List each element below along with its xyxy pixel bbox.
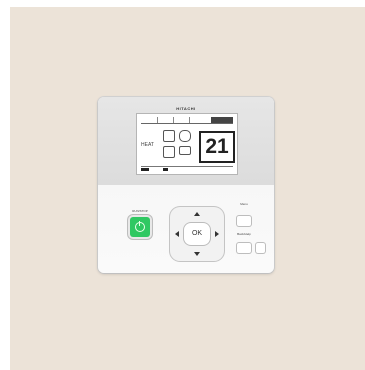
photo-background: HITACHI HEAT 21 RUN/STOP OK Menu Back/He… <box>10 7 365 370</box>
status-cell <box>173 117 190 123</box>
arrow-up-icon[interactable] <box>194 212 200 216</box>
menu-label: Menu <box>240 202 248 206</box>
status-cell <box>157 117 174 123</box>
side-button[interactable] <box>256 243 265 253</box>
screen-status-bar <box>141 117 233 124</box>
back-button[interactable] <box>237 243 251 253</box>
menu-button[interactable] <box>237 216 251 226</box>
ok-button[interactable]: OK <box>184 223 210 245</box>
screen-bottom-bar <box>141 166 233 171</box>
indicator-mark <box>141 168 149 171</box>
temperature-value: 21 <box>205 135 229 158</box>
temperature-box: 21 <box>199 131 235 163</box>
power-label: RUN/STOP <box>132 209 148 213</box>
status-cell <box>141 117 158 123</box>
fan-icon <box>163 130 175 142</box>
brand-logo: HITACHI <box>176 106 196 111</box>
lcd-screen: HEAT 21 <box>136 113 238 175</box>
power-icon <box>135 221 145 232</box>
arrow-left-icon[interactable] <box>175 231 179 237</box>
back-label: Back/Help <box>237 232 251 236</box>
display-panel: HITACHI HEAT 21 <box>98 97 274 185</box>
mode-label: HEAT <box>141 142 154 148</box>
indicator-mark <box>163 168 168 171</box>
airflow-icon <box>179 130 191 142</box>
status-highlight <box>211 117 233 123</box>
direction-pad[interactable]: OK <box>170 207 224 261</box>
arrow-right-icon[interactable] <box>215 231 219 237</box>
arrow-down-icon[interactable] <box>194 252 200 256</box>
louver-icon <box>163 146 175 158</box>
power-button[interactable] <box>130 217 150 237</box>
remote-controller: HITACHI HEAT 21 RUN/STOP OK Menu Back/He… <box>98 97 274 273</box>
unit-icon <box>179 146 191 155</box>
